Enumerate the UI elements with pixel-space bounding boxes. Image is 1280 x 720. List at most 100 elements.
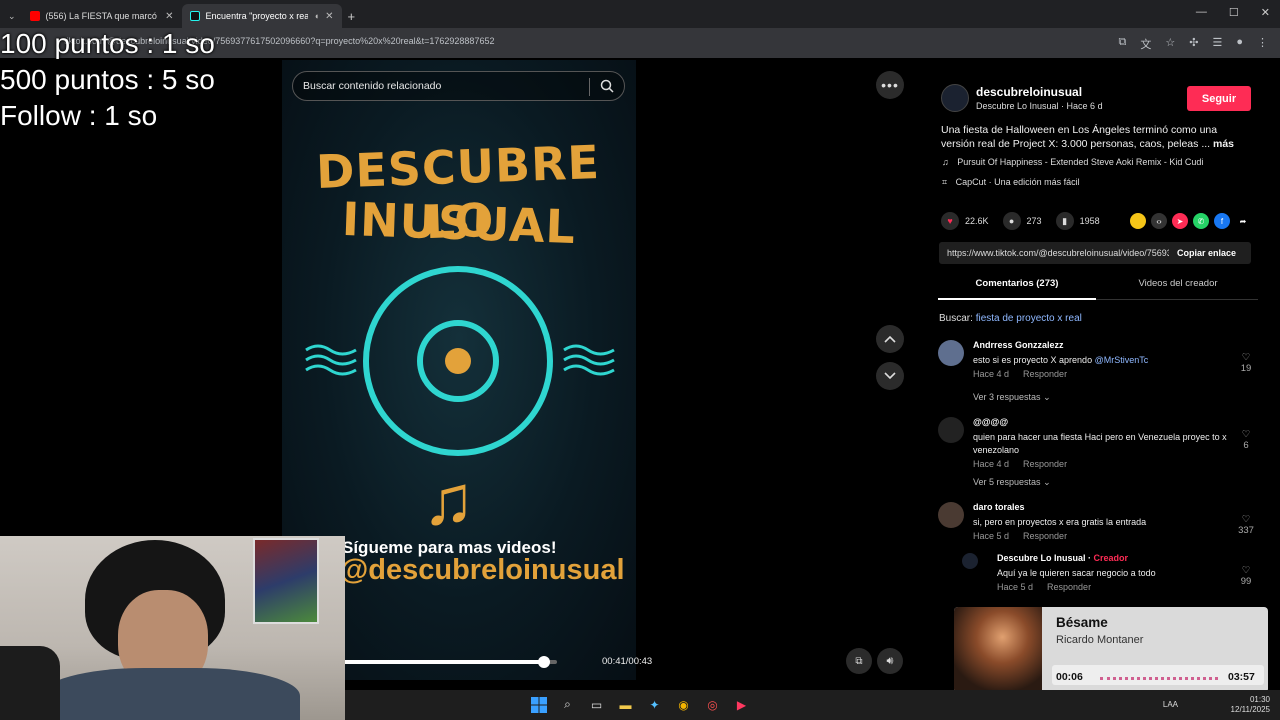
input-language[interactable]: LAA xyxy=(1163,700,1178,709)
media-player-icon[interactable]: ▶ xyxy=(732,695,751,714)
related-search-input[interactable]: Buscar contenido relacionado xyxy=(303,80,441,92)
more-options-button[interactable]: ••• xyxy=(876,71,904,99)
heart-outline-icon: ♡ xyxy=(1241,352,1251,363)
copy-link-button[interactable]: Copiar enlace xyxy=(1169,248,1236,258)
copilot-icon[interactable]: ✦ xyxy=(645,695,664,714)
facebook-icon[interactable]: f xyxy=(1214,213,1230,229)
comment-mention[interactable]: @MrStivenTc xyxy=(1095,355,1149,365)
search-divider xyxy=(589,78,590,96)
tab-list-icon[interactable]: ⌄ xyxy=(8,11,16,22)
author-avatar[interactable] xyxy=(941,84,969,112)
share-arrow-icon[interactable]: ➦ xyxy=(1235,213,1251,229)
comment-author[interactable]: @@@@ xyxy=(973,417,1008,427)
view-replies-label: Ver 3 respuestas xyxy=(973,392,1041,402)
comment-reply-item: Descubre Lo Inusual · Creador Aquí ya le… xyxy=(962,553,1258,597)
video-link[interactable]: https://www.tiktok.com/@descubreloinusua… xyxy=(939,248,1169,258)
comment-author[interactable]: daro torales xyxy=(973,502,1025,512)
comment-like[interactable]: ♡ 6 xyxy=(1234,429,1258,451)
maximize-button[interactable]: ☐ xyxy=(1229,6,1239,19)
reply-button[interactable]: Responder xyxy=(1023,459,1067,469)
comment-like[interactable]: ♡ 19 xyxy=(1234,352,1258,374)
minimize-button[interactable]: — xyxy=(1196,6,1207,19)
comment-like[interactable]: ♡ 99 xyxy=(1234,565,1258,587)
link-box: https://www.tiktok.com/@descubreloinusua… xyxy=(939,242,1251,264)
tab-tiktok[interactable]: Encuentra "proyecto x real" ◖ ✕ xyxy=(181,4,342,28)
overlay-line-1: 100 puntos : 1 so xyxy=(0,28,215,59)
search-suggestion[interactable]: Buscar: fiesta de proyecto x real xyxy=(939,313,1082,324)
tab-creator-videos[interactable]: Videos del creador xyxy=(1098,278,1258,289)
profile-icon[interactable]: ● xyxy=(1236,36,1243,52)
embed-icon[interactable]: ‹› xyxy=(1151,213,1167,229)
comment-icon: ● xyxy=(1002,212,1021,230)
close-tab-icon[interactable]: ✕ xyxy=(325,11,333,22)
webcam-feed xyxy=(0,536,345,720)
next-video-button[interactable] xyxy=(876,362,904,390)
reading-list-icon[interactable]: ☰ xyxy=(1212,36,1222,52)
related-search-bar[interactable]: Buscar contenido relacionado xyxy=(292,71,625,101)
screen: ⌄ (556) La FIESTA que marcó un a ✕ Encue… xyxy=(0,0,1280,720)
bookmark-star-icon[interactable]: ☆ xyxy=(1165,36,1175,52)
capcut-row[interactable]: ⌗ CapCut · Una edición más fácil xyxy=(942,177,1080,188)
comment-meta: Hace 5 d Responder xyxy=(973,531,1067,541)
view-replies[interactable]: Ver 3 respuestas ⌄ xyxy=(973,392,1051,403)
view-replies[interactable]: Ver 5 respuestas ⌄ xyxy=(973,477,1051,488)
search-icon[interactable]: ⌕ xyxy=(558,695,577,714)
comment-author[interactable]: Andrress Gonzzalezz xyxy=(973,340,1064,350)
comment-item: @@@@ quien para hacer una fiesta Haci pe… xyxy=(938,417,1258,491)
mute-tab-icon[interactable]: ◖ xyxy=(314,11,319,21)
like-stat[interactable]: ♥ 22.6K xyxy=(941,212,989,230)
comment-meta: Hace 4 d Responder xyxy=(973,459,1067,469)
comment-text: esto si es proyecto X aprendo @MrStivenT… xyxy=(973,354,1228,367)
video-description: Una fiesta de Halloween en Los Ángeles t… xyxy=(941,123,1251,151)
search-query-link[interactable]: fiesta de proyecto x real xyxy=(976,313,1082,324)
previous-video-button[interactable] xyxy=(876,325,904,353)
tab-comments[interactable]: Comentarios (273) xyxy=(938,278,1096,289)
coin-icon[interactable] xyxy=(1130,213,1146,229)
save-stat[interactable]: ▮ 1958 xyxy=(1055,212,1100,230)
music-row[interactable]: ♫ Pursuit Of Happiness - Extended Steve … xyxy=(942,157,1203,167)
reply-button[interactable]: Responder xyxy=(1023,369,1067,379)
close-window-button[interactable]: ✕ xyxy=(1261,6,1270,19)
avatar[interactable] xyxy=(938,417,964,443)
reply-button[interactable]: Responder xyxy=(1023,531,1067,541)
reply-button[interactable]: Responder xyxy=(1047,582,1091,592)
clock[interactable]: 01:30 12/11/2025 xyxy=(1231,695,1270,715)
more-link[interactable]: más xyxy=(1213,138,1234,150)
comment-stat[interactable]: ● 273 xyxy=(1002,212,1042,230)
windows-start-icon[interactable] xyxy=(529,695,548,714)
volume-button[interactable]: 🔊︎ xyxy=(877,648,903,674)
follow-button[interactable]: Seguir xyxy=(1187,86,1251,111)
menu-icon[interactable]: ⋮ xyxy=(1257,36,1268,52)
task-view-icon[interactable]: ▭ xyxy=(587,695,606,714)
tab-youtube[interactable]: (556) La FIESTA que marcó un a ✕ xyxy=(22,4,182,28)
comment-date: Hace 5 d xyxy=(997,582,1034,592)
whatsapp-icon[interactable]: ✆ xyxy=(1193,213,1209,229)
avatar[interactable] xyxy=(938,340,964,366)
close-tab-icon[interactable]: ✕ xyxy=(165,11,173,22)
author-name[interactable]: descubreloinusual xyxy=(976,85,1082,99)
recording-app-icon[interactable]: ◎ xyxy=(703,695,722,714)
new-tab-button[interactable]: + xyxy=(348,9,356,24)
chrome-icon[interactable]: ◉ xyxy=(674,695,693,714)
comment-like[interactable]: ♡ 337 xyxy=(1234,514,1258,536)
pip-button[interactable]: ⧉ xyxy=(846,648,872,674)
music-title: Pursuit Of Happiness - Extended Steve Ao… xyxy=(957,157,1204,167)
now-playing-widget: Bésame Ricardo Montaner 00:06 03:57 xyxy=(954,607,1268,693)
capcut-label: CapCut · Una edición más fácil xyxy=(955,177,1080,187)
search-icon[interactable] xyxy=(600,79,614,96)
file-explorer-icon[interactable]: ▬ xyxy=(616,695,635,714)
comment-like-count: 337 xyxy=(1238,525,1254,536)
heart-icon: ♥ xyxy=(941,212,959,230)
avatar[interactable] xyxy=(962,553,978,569)
send-icon[interactable]: ➤ xyxy=(1172,213,1188,229)
progress-handle[interactable] xyxy=(538,656,550,668)
extensions-icon[interactable]: ✣ xyxy=(1189,36,1198,52)
heart-outline-icon: ♡ xyxy=(1241,514,1251,525)
comment-author[interactable]: Descubre Lo Inusual xyxy=(997,553,1086,563)
heart-outline-icon: ♡ xyxy=(1241,429,1251,440)
volume-icon: 🔊︎ xyxy=(886,654,894,667)
avatar[interactable] xyxy=(938,502,964,528)
install-icon[interactable]: ⧉ xyxy=(1119,36,1127,52)
song-total: 03:57 xyxy=(1228,671,1255,683)
translate-icon[interactable]: 文 xyxy=(1140,36,1151,52)
